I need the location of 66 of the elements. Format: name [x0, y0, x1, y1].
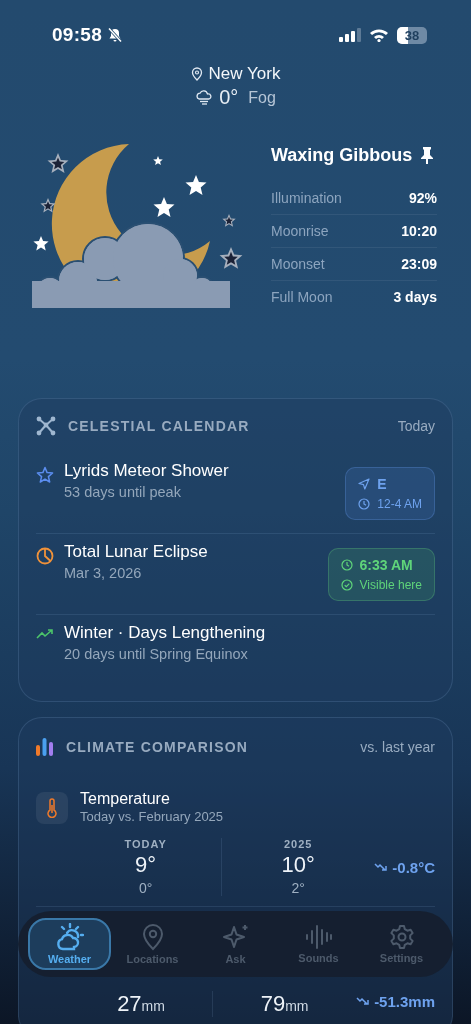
badge-text: E: [377, 475, 387, 492]
tab-button[interactable]: Ask: [194, 918, 277, 970]
location-pin-icon: [140, 923, 165, 951]
current-temperature: 0°: [219, 86, 239, 109]
thermometer-icon: [47, 798, 57, 818]
difference-value: -51.3mm: [374, 993, 435, 1010]
section-date: Today: [397, 418, 435, 434]
tab-button[interactable]: Locations: [111, 918, 194, 970]
event-subtitle: Mar 3, 2026: [64, 565, 143, 581]
sun-cloud-icon: [55, 923, 84, 951]
stat-value: 92%: [408, 190, 437, 206]
tab-button[interactable]: Settings: [360, 918, 443, 970]
unit-label: mm: [285, 998, 309, 1014]
status-time: 09:58: [52, 24, 103, 46]
bar-chart-icon: [36, 738, 54, 756]
pin-icon[interactable]: [420, 146, 435, 164]
column-low: 0°: [138, 880, 153, 896]
column-value: 10°: [281, 852, 315, 878]
event-subtitle: 20 days until Spring Equinox: [64, 646, 249, 662]
tab-button[interactable]: Sounds: [277, 918, 360, 970]
stat-label: Moonset: [271, 256, 325, 272]
stat-label: Illumination: [271, 190, 342, 206]
column-label: TODAY: [124, 838, 167, 850]
navigation-arrow-icon: [358, 477, 371, 490]
event-title: Lyrids Meteor Shower: [64, 461, 229, 481]
unit-label: mm: [141, 998, 165, 1014]
badge-text: 6:33 AM: [359, 556, 413, 573]
column-value: 27: [117, 991, 142, 1017]
event-title: Total Lunar Eclipse: [64, 542, 208, 562]
stat-value: 23:09: [401, 256, 437, 272]
column-label: 2025: [284, 838, 313, 850]
difference-value: -0.8°C: [392, 858, 435, 876]
section-title: CLIMATE COMPARISON: [66, 739, 249, 755]
column-low: 2°: [291, 880, 305, 896]
event-subtitle: 53 days until peak: [64, 484, 182, 500]
location-pin-icon: [190, 67, 203, 81]
clock-icon: [358, 497, 371, 510]
bell-muted-icon: [107, 27, 124, 43]
comparison-period: vs. last year: [360, 739, 435, 755]
moon-phase-title: Waxing Gibbous: [271, 144, 413, 166]
column-value: 79: [260, 991, 286, 1017]
city-name: New York: [208, 64, 281, 84]
stat-label: Full Moon: [271, 289, 333, 305]
sound-wave-icon: [304, 924, 333, 950]
trend-down-icon: [374, 862, 389, 872]
column-value: 9°: [135, 852, 157, 878]
event-title: Winter · Days Lengthening: [64, 623, 266, 643]
badge-text: Visible here: [359, 577, 422, 592]
badge-text: 12-4 AM: [377, 496, 422, 511]
weather-condition: Fog: [248, 88, 276, 107]
section-title: CELESTIAL CALENDAR: [68, 418, 250, 434]
stat-value: 10:20: [401, 223, 437, 239]
clock-icon: [340, 558, 353, 571]
check-circle-icon: [340, 578, 353, 591]
metric-subtitle: Today vs. February 2025: [80, 809, 224, 824]
metric-title: Temperature: [80, 790, 171, 808]
stat-label: Moonrise: [271, 223, 329, 239]
constellation-icon: [36, 416, 56, 436]
wifi-icon: [369, 28, 389, 42]
fog-cloud-icon: [195, 90, 214, 105]
sparkle-icon: [221, 923, 250, 951]
tab-button[interactable]: Weather: [28, 918, 111, 970]
trend-down-icon: [356, 997, 371, 1006]
settings-icon: [388, 924, 415, 950]
signal-icon: [339, 28, 361, 42]
stat-value: 3 days: [393, 289, 437, 305]
